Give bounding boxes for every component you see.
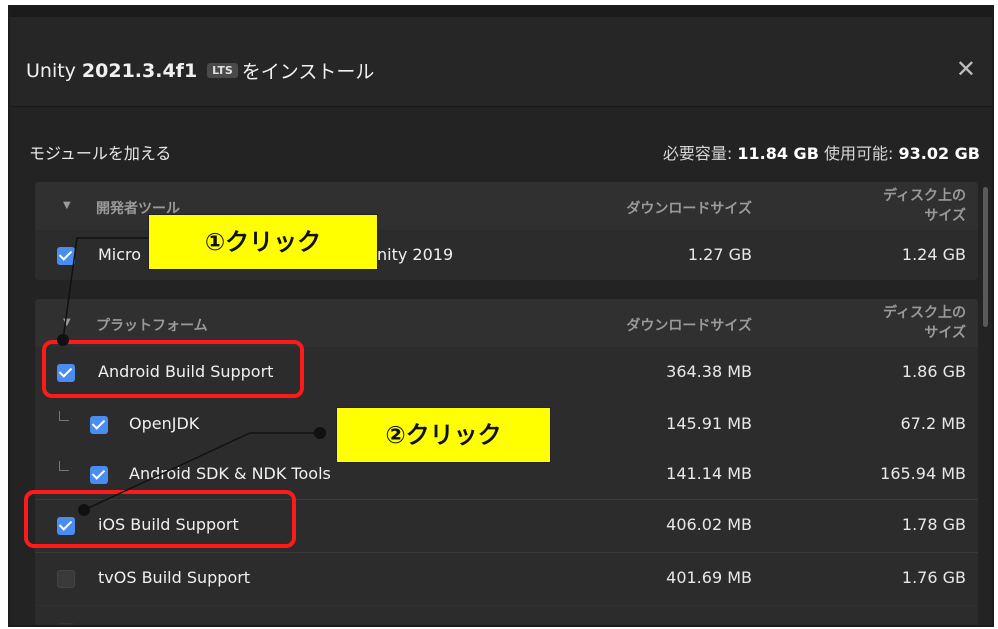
connector-lines <box>57 232 326 516</box>
connector-line-1 <box>62 237 160 341</box>
connector-dot-2b <box>78 504 90 516</box>
callout-step1: ①クリック <box>148 214 378 270</box>
callout-step2: ②クリック <box>336 407 551 463</box>
connector-dot-1b <box>57 334 69 346</box>
connector-dot-2a <box>314 427 326 439</box>
connector-line-2 <box>83 432 320 511</box>
